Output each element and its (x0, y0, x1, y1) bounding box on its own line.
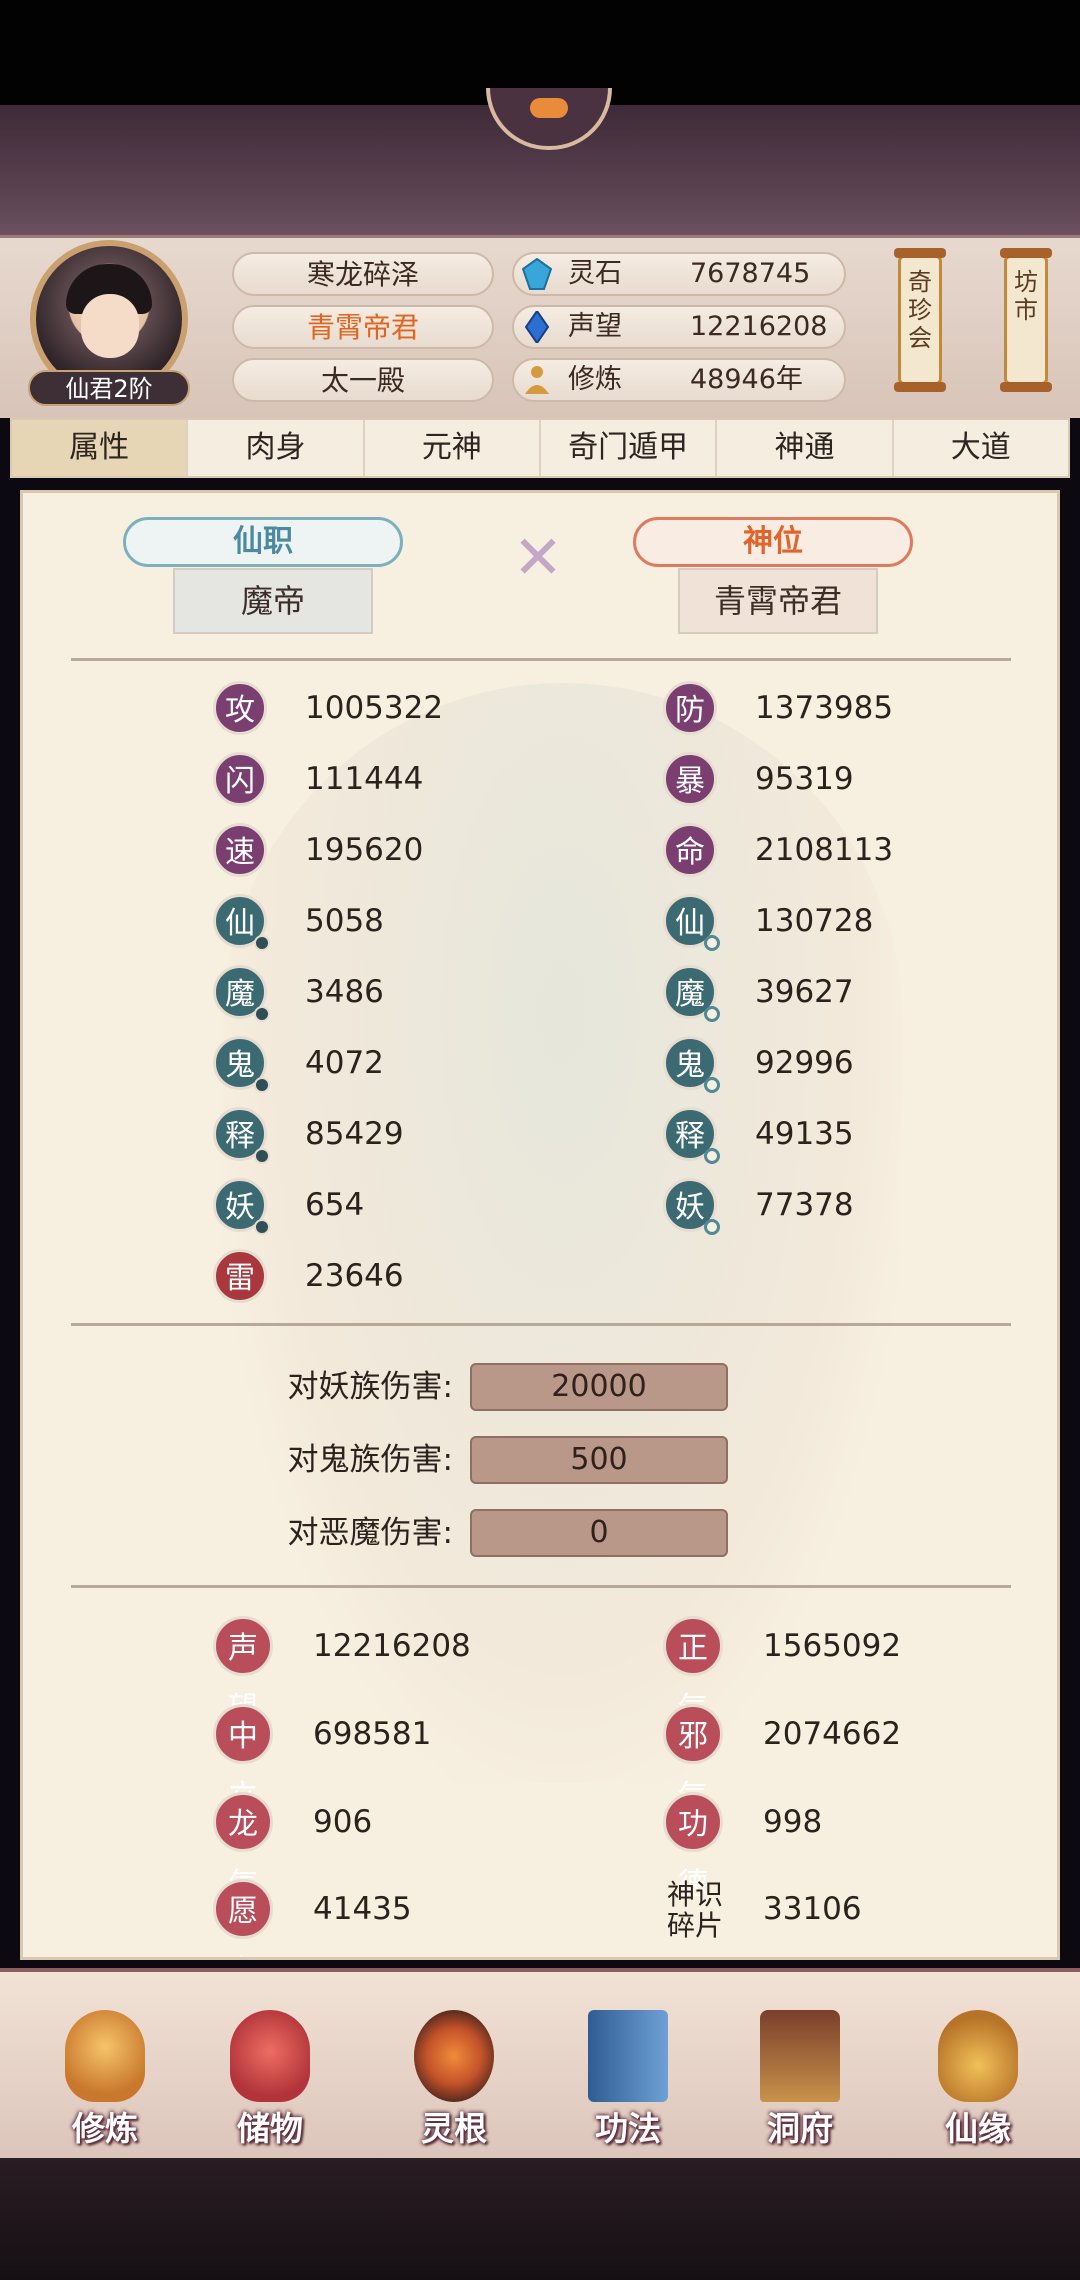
cultivation-icon (65, 2010, 145, 2102)
spirit-stone-icon (522, 258, 552, 290)
nav-technique[interactable]: 功法 (558, 2010, 698, 2160)
tab-qimen[interactable]: 奇门遁甲 (541, 420, 718, 476)
immortal-post-banner: 仙职 (123, 517, 403, 567)
crossed-swords-icon: ✕ (512, 523, 564, 593)
nav-fortune[interactable]: 仙缘 (908, 2010, 1048, 2160)
tab-attributes[interactable]: 属性 (12, 420, 189, 476)
divider (71, 1323, 1011, 1326)
player-sect: 太一殿 (232, 358, 494, 402)
fortune-gourd-icon (938, 2010, 1018, 2102)
tab-body[interactable]: 肉身 (188, 420, 365, 476)
meditation-icon (525, 366, 549, 394)
player-name: 寒龙碎泽 (232, 252, 494, 296)
cave-dwelling-icon (760, 2010, 840, 2102)
tab-bar: 属性 肉身 元神 奇门遁甲 神通 大道 (10, 418, 1070, 478)
spirit-root-icon (414, 2010, 494, 2102)
prestige-crystal-icon (524, 311, 550, 343)
storage-bag-icon (230, 2010, 310, 2102)
damage-vs-yao: 对妖族伤害: 20000 (23, 1363, 1057, 1413)
resource-cultivation: 修炼 48946年 (512, 358, 846, 402)
resource-spirit-stone: 灵石 7678745 (512, 252, 846, 296)
divine-rank-value: 青霄帝君 (678, 568, 878, 634)
market-label: 坊市 (1014, 268, 1038, 324)
tab-dao[interactable]: 大道 (894, 420, 1068, 476)
nav-storage[interactable]: 储物 (200, 2010, 340, 2160)
treasure-fair-button[interactable]: 奇珍会 (894, 248, 946, 392)
nav-cultivation[interactable]: 修炼 (35, 2010, 175, 2160)
attributes-panel: 仙职 魔帝 ✕ 神位 青霄帝君 攻 1005322 闪 111444 速 195620… (20, 490, 1060, 1960)
divider (71, 658, 1011, 661)
immortal-post-value: 魔帝 (173, 568, 373, 634)
nav-cave-dwelling[interactable]: 洞府 (730, 2010, 870, 2160)
player-title: 青霄帝君 (232, 305, 494, 349)
resource-prestige: 声望 12216208 (512, 305, 846, 349)
treasure-fair-label: 奇珍会 (908, 268, 932, 352)
technique-book-icon (588, 2010, 668, 2102)
tab-spirit[interactable]: 元神 (365, 420, 541, 476)
player-rank: 仙君2阶 (28, 370, 190, 406)
tab-abilities[interactable]: 神通 (717, 420, 894, 476)
damage-vs-demon: 对恶魔伤害: 0 (23, 1509, 1057, 1559)
bottom-decoration (0, 2158, 1080, 2280)
divider (71, 1585, 1011, 1588)
damage-vs-ghost: 对鬼族伤害: 500 (23, 1436, 1057, 1486)
nav-spirit-root[interactable]: 灵根 (384, 2010, 524, 2160)
divine-rank-banner: 神位 (633, 517, 913, 567)
market-button[interactable]: 坊市 (1000, 248, 1052, 392)
